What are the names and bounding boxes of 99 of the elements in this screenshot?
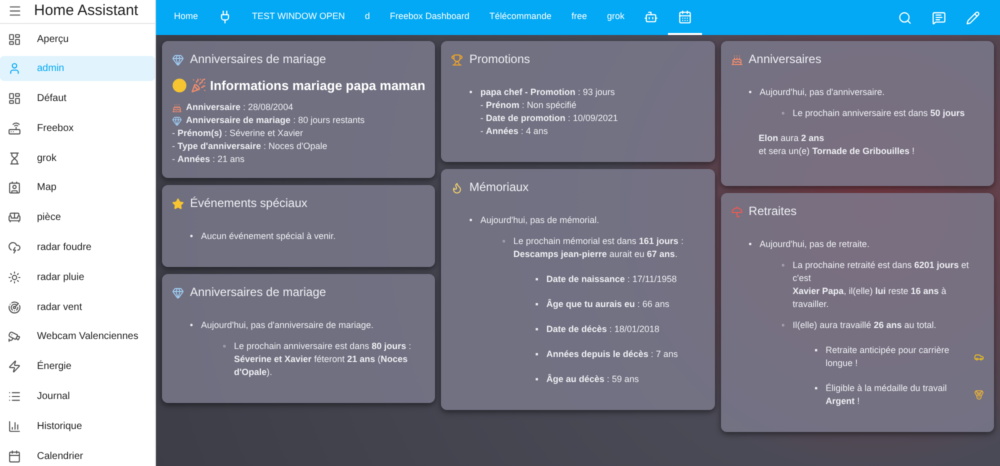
- edit-icon[interactable]: [966, 10, 980, 24]
- search-icon[interactable]: [898, 10, 912, 24]
- sidebar-item[interactable]: Journal: [0, 384, 155, 410]
- list-text: Le prochain anniversaire est dans 80 jours : Séverine et Xavier féteront 21 ans (Noces d'Opale).: [234, 340, 412, 379]
- sofa-icon: [8, 211, 21, 224]
- detail-line: - Type d'anniversaire : Noces d'Opale: [172, 140, 328, 153]
- bullet-marker: ▪: [534, 323, 540, 336]
- sidebar-item[interactable]: grok: [0, 146, 155, 171]
- bullet-marker: •: [468, 86, 474, 99]
- sidebar-item[interactable]: Map: [0, 175, 155, 200]
- bullet-marker: ▪: [534, 348, 540, 361]
- bullet-marker: •: [188, 230, 194, 243]
- dashboard-icon: [8, 92, 21, 106]
- bar-chart-icon: [8, 420, 21, 433]
- list-text: Le prochain anniversaire est dans 50 jours: [792, 107, 965, 120]
- bullet-marker: ◦: [222, 340, 228, 353]
- person-icon: [8, 62, 21, 76]
- list-text: Il(elle) aura travaillé 26 ans au total.: [792, 319, 936, 332]
- bullet-marker: ◦: [780, 107, 786, 120]
- detail-line: - Années : 4 ans: [480, 125, 549, 138]
- sidebar-item[interactable]: Aperçu: [0, 26, 155, 52]
- list-text: Éligible à la médaille du travail Argent !: [826, 382, 948, 408]
- sidebar-item[interactable]: Webcam Valenciennes: [0, 324, 155, 350]
- card-title: Mémoriaux: [469, 181, 529, 194]
- bullet-marker: ▪: [814, 344, 819, 357]
- bullet-marker: ◦: [501, 235, 506, 248]
- list-text: Date de décès : 18/01/2018: [546, 323, 660, 336]
- bullet-marker: ▪: [814, 382, 819, 395]
- detail-line: - Années : 21 ans: [172, 153, 245, 166]
- app-title: Home Assistant: [34, 1, 138, 21]
- list-text: La prochaine retraité est dans 6201 jours et c'est Xavier Papa, il(elle) lui reste 16 ans à travailler.: [792, 259, 970, 311]
- detail-line: - Prénom(s) : Séverine et Xavier: [172, 127, 304, 140]
- calendar-icon: [678, 10, 692, 24]
- sidebar-item[interactable]: Énergie: [0, 354, 155, 380]
- card-heading: Informations mariage papa maman: [210, 79, 426, 92]
- robot-icon: [644, 10, 658, 24]
- bullet-marker: ▪: [534, 273, 540, 286]
- sidebar-item[interactable]: Historique: [0, 414, 155, 439]
- bullet-marker: •: [468, 214, 474, 227]
- sidebar-item[interactable]: radar pluie: [0, 264, 155, 290]
- bullet-marker: •: [188, 319, 194, 332]
- bullet-marker: ◦: [780, 259, 786, 272]
- ring-icon: [172, 54, 184, 66]
- party-popper-icon: [191, 78, 206, 93]
- bullet-marker: •: [748, 86, 753, 99]
- sidebar-item[interactable]: Calendrier: [0, 444, 155, 466]
- list-text: Date de naissance : 17/11/1958: [546, 273, 677, 286]
- camera-icon: [8, 330, 21, 344]
- bullet-marker: ▪: [534, 298, 540, 311]
- medal-icon: [974, 390, 984, 400]
- card-title: Anniversaires de mariage: [190, 53, 326, 66]
- sidebar-item[interactable]: Défaut: [0, 86, 155, 112]
- trophy-icon: [451, 54, 464, 66]
- car-icon: [974, 352, 984, 362]
- list-text: Années depuis le décès : 7 ans: [546, 348, 678, 361]
- radar-icon: [8, 300, 21, 314]
- card-title: Anniversaires: [748, 53, 822, 66]
- list-icon: [8, 390, 21, 404]
- sidebar-item[interactable]: radar foudre: [0, 235, 155, 260]
- list-text: Aujourd'hui, pas d'anniversaire.: [760, 86, 885, 99]
- dashboard-icon: [8, 32, 21, 46]
- detail-line: Anniversaire de mariage : 80 jours restants: [186, 114, 365, 127]
- detail-line: - Prénom : Non spécifié: [480, 99, 578, 112]
- chat-icon[interactable]: [932, 10, 946, 24]
- card-title: Anniversaires de mariage: [190, 286, 326, 299]
- list-text: Âge que tu aurais eu : 66 ans: [546, 298, 670, 311]
- list-text: Aujourd'hui, pas d'anniversaire de mariage.: [201, 319, 374, 332]
- sidebar-item[interactable]: Freebox: [0, 116, 155, 141]
- bullet-marker: ▪: [534, 373, 540, 386]
- ring-icon: [172, 286, 184, 298]
- list-text: Aucun événement spécial à venir.: [201, 230, 336, 243]
- card-title: Retraites: [748, 205, 797, 218]
- lightning-icon: [8, 360, 21, 374]
- note-text: Elon aura 2 ans et sera un(e) Tornade de Gribouilles !: [758, 132, 916, 158]
- list-text: Aujourd'hui, pas de retraite.: [760, 238, 870, 251]
- detail-line: - Date de promotion : 10/09/2021: [480, 112, 618, 125]
- detail-line: Anniversaire : 28/08/2004: [186, 101, 294, 114]
- hourglass-icon: [8, 152, 21, 165]
- list-text: Retraite anticipée pour carrière longue !: [826, 344, 950, 370]
- card-title: Événements spéciaux: [190, 197, 308, 210]
- contact-card-icon: [8, 181, 21, 194]
- list-text: papa chef - Promotion : 93 jours: [480, 86, 615, 99]
- ring-icon: [172, 116, 182, 126]
- candle-icon: [451, 182, 464, 194]
- sidebar-item[interactable]: pièce: [0, 205, 155, 230]
- sidebar-item[interactable]: radar vent: [0, 294, 155, 320]
- router-icon: [8, 122, 21, 135]
- star-icon: [172, 198, 184, 210]
- list-text: Âge au décès : 59 ans: [546, 373, 639, 386]
- menu-icon[interactable]: [8, 4, 22, 18]
- card-title: Promotions: [469, 53, 530, 66]
- list-text: Le prochain mémorial est dans 161 jours : Descamps jean-pierre aurait eu 67 ans.: [513, 235, 684, 261]
- bullet-marker: ◦: [780, 319, 786, 332]
- calendar-icon: [8, 450, 21, 463]
- list-text: Aujourd'hui, pas de mémorial.: [480, 214, 600, 227]
- cloud-lightning-icon: [8, 241, 21, 254]
- umbrella-icon: [730, 206, 743, 218]
- bullet-marker: •: [748, 238, 753, 251]
- sun-icon: [8, 270, 21, 284]
